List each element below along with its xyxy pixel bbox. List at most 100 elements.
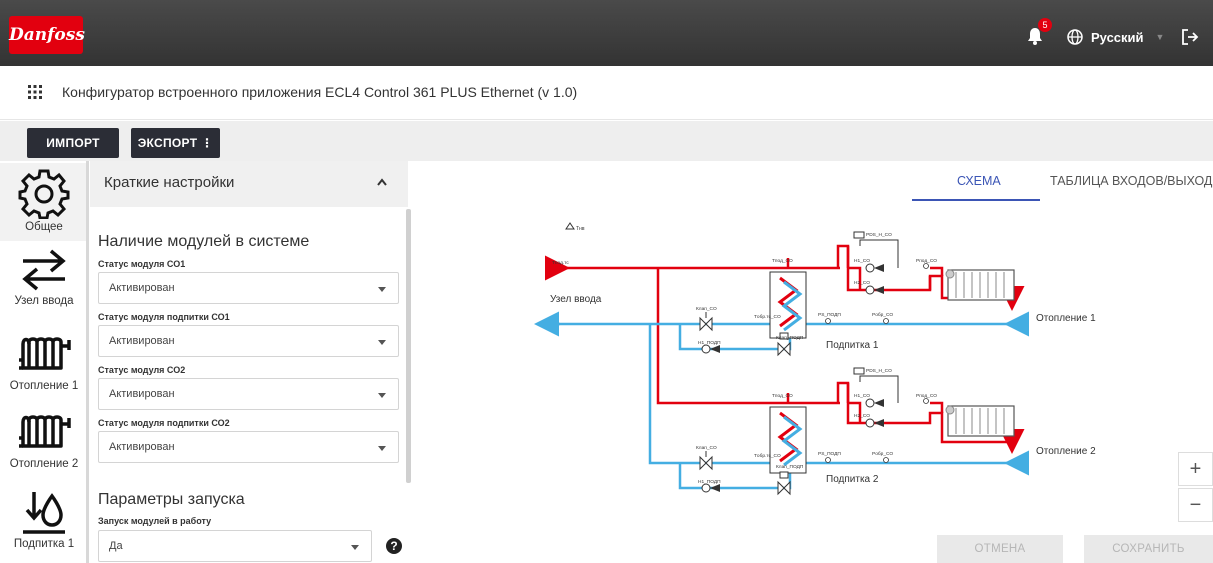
export-button[interactable]: ЭКСПОРТ ⋮ — [131, 128, 220, 158]
globe-icon — [1067, 29, 1083, 45]
select-value: Активирован — [109, 335, 175, 347]
field-label: Статус модуля подпитки СО2 — [98, 418, 230, 428]
logout-icon[interactable] — [1181, 28, 1199, 46]
sidebar-item-input-node[interactable]: Узел ввода — [0, 247, 88, 321]
heat-exchanger-icon — [769, 406, 807, 474]
danfoss-logo[interactable]: Danfoss — [9, 16, 85, 54]
heating-1-label: Отопление 1 — [1036, 313, 1096, 324]
apps-grid-icon[interactable] — [28, 85, 42, 99]
launch-modules-select[interactable]: Да — [98, 530, 372, 562]
save-button[interactable]: СОХРАНИТЬ — [1084, 535, 1213, 563]
pump-icon — [865, 398, 884, 428]
pressure-sensor-icon — [853, 231, 865, 239]
diagram-label: Pпод_CO — [916, 393, 937, 399]
sidebar-item-label: Отопление 2 — [9, 458, 79, 470]
heat-exchanger-icon — [769, 271, 807, 339]
diagram-label: Tпод_CO — [772, 258, 793, 264]
diagram-label: PS_ПОДП — [818, 451, 841, 457]
sidebar-item-general[interactable]: Общее — [0, 163, 88, 241]
sidebar-item-label: Общее — [25, 221, 63, 233]
diagram-label: PS_ПОДП — [818, 312, 841, 318]
select-value: Да — [109, 540, 123, 552]
diagram-label: PDS_Н_CO — [866, 232, 892, 238]
sidebar-item-heating-1[interactable]: Отопление 1 — [0, 330, 88, 400]
sidebar-item-label: Узел ввода — [14, 295, 74, 307]
diagram-label: Н2_CO — [854, 413, 870, 419]
module-co2-select[interactable]: Активирован — [98, 378, 399, 410]
dropdown-arrow-icon — [378, 340, 386, 345]
zoom-in-button[interactable]: + — [1178, 452, 1213, 486]
diagram-label: Клап_CO — [696, 445, 717, 451]
modules-heading: Наличие модулей в системе — [98, 233, 310, 250]
arrows-icon — [22, 249, 66, 291]
dropdown-arrow-icon — [378, 446, 386, 451]
radiator-icon — [19, 415, 71, 448]
diagram-label: Pобр_CO — [872, 451, 893, 457]
select-value: Активирован — [109, 282, 175, 294]
diagram-label: PDS_Н_CO — [866, 368, 892, 374]
zoom-out-button[interactable]: − — [1178, 488, 1213, 522]
diagram-label: Н1_CO — [854, 258, 870, 264]
feed-1-label: Подпитка 1 — [826, 340, 879, 351]
gear-icon — [18, 169, 70, 219]
sidebar-item-feed-1[interactable]: Подпитка 1 — [0, 488, 88, 563]
field-label: Статус модуля СО2 — [98, 365, 186, 375]
sidebar-item-label: Отопление 1 — [9, 380, 79, 392]
page-title: Конфигуратор встроенного приложения ECL4… — [62, 84, 578, 100]
dropdown-arrow-icon — [351, 545, 359, 550]
diagram-label: Клап_ПОДП — [776, 464, 804, 470]
water-drop-icon — [23, 492, 65, 534]
radiator-icon — [945, 269, 1015, 301]
sidebar-divider — [86, 161, 89, 563]
diagram-label: Tобр.тс_CO — [754, 314, 781, 320]
help-icon[interactable]: ? — [386, 538, 402, 554]
pressure-sensor-icon — [853, 367, 865, 375]
input-node-label: Узел ввода — [550, 294, 602, 305]
notification-badge: 5 — [1038, 18, 1052, 32]
diagram-label: Клап_ПОДП — [776, 335, 804, 341]
hydraulic-schema: Tнв Tпод.тс Tпод_CO Tобр.тс_CO Н1_CO Н2_… — [534, 222, 1096, 496]
diagram-label: Tпод_CO — [772, 393, 793, 399]
tab-io-table[interactable]: ТАБЛИЦА ВХОДОВ/ВЫХОДОВ — [1050, 174, 1213, 188]
pump-icon — [701, 344, 720, 493]
radiator-icon — [19, 337, 71, 370]
chevron-down-icon: ▼ — [1155, 32, 1165, 42]
feed-2-label: Подпитка 2 — [826, 474, 879, 485]
field-label: Статус модуля подпитки СО1 — [98, 312, 230, 322]
panel-title: Краткие настройки — [104, 174, 235, 191]
select-value: Активирован — [109, 441, 175, 453]
tab-schema[interactable]: СХЕМА — [957, 174, 1001, 188]
settings-panel: Краткие настройки Наличие модулей в сист… — [90, 161, 412, 563]
sidebar-item-label: Подпитка 1 — [13, 538, 75, 550]
feed-module-co1-select[interactable]: Активирован — [98, 325, 399, 357]
diagram-label: Клап_CO — [696, 306, 717, 312]
feed-module-co2-select[interactable]: Активирован — [98, 431, 399, 463]
sensor-label: Tнв — [576, 226, 585, 232]
panel-scrollbar[interactable] — [406, 209, 411, 483]
language-label: Русский — [1091, 29, 1144, 45]
diagram-label: Н1_ПОДП — [698, 340, 721, 346]
diagram-label: Tпод.тс — [552, 260, 569, 266]
panel-header[interactable]: Краткие настройки — [90, 161, 408, 207]
diagram-label: Н1_ПОДП — [698, 479, 721, 485]
diagram-label: Pобр_CO — [872, 312, 893, 318]
import-button[interactable]: ИМПОРТ — [27, 128, 119, 158]
dropdown-arrow-icon — [378, 287, 386, 292]
chevron-up-icon[interactable] — [376, 177, 388, 187]
cancel-button[interactable]: ОТМЕНА — [937, 535, 1063, 563]
field-label: Запуск модулей в работу — [98, 516, 212, 526]
launch-heading: Параметры запуска — [98, 491, 245, 508]
diagram-label: Pпод_CO — [916, 258, 937, 264]
heating-2-label: Отопление 2 — [1036, 446, 1096, 457]
diagram-label: Tобр.тс_CO — [754, 453, 781, 459]
active-tab-indicator — [912, 199, 1040, 201]
gauge-icon — [825, 263, 929, 463]
field-label: Статус модуля СО1 — [98, 259, 186, 269]
select-value: Активирован — [109, 388, 175, 400]
module-co1-select[interactable]: Активирован — [98, 272, 399, 304]
sidebar-item-heating-2[interactable]: Отопление 2 — [0, 408, 88, 480]
radiator-icon — [945, 405, 1015, 437]
diagram-label: Н2_CO — [854, 280, 870, 286]
outdoor-sensor-icon — [565, 222, 575, 230]
language-selector[interactable]: Русский ▼ — [1067, 28, 1164, 46]
